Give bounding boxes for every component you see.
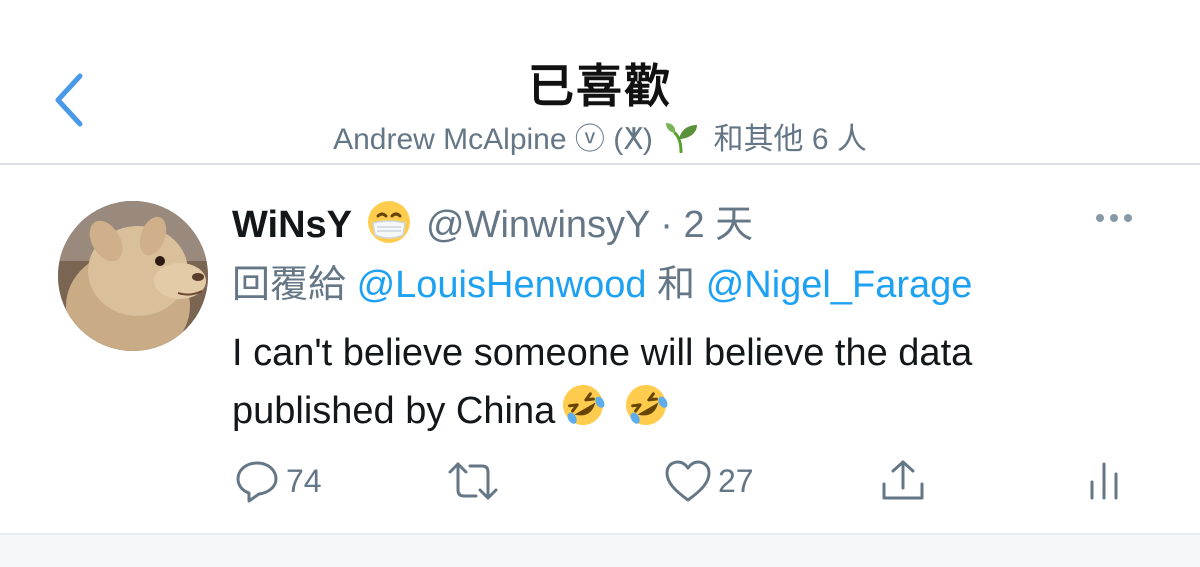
share-button[interactable]: [878, 458, 928, 504]
reply-joiner: 和: [657, 264, 696, 306]
analytics-button[interactable]: [1084, 458, 1124, 504]
tweet-text-line-2: published by China: [232, 381, 1152, 439]
mention-link-1[interactable]: @LouisHenwood: [357, 264, 647, 306]
mention-link-2[interactable]: @Nigel_Farage: [706, 264, 973, 306]
avatar[interactable]: [58, 201, 208, 351]
tweet[interactable]: WiNsY @WinwinsyY · 2 天 回覆給 @LouisHenwood…: [0, 165, 1200, 533]
share-icon: [882, 460, 924, 500]
retweet-icon: [448, 462, 498, 500]
footer-strip: [0, 533, 1200, 567]
like-button[interactable]: 27: [664, 458, 754, 504]
tweet-text-line-2-words: published by China: [232, 390, 556, 432]
liked-by-name: Andrew McAlpine ⓥ (ⵅ): [333, 123, 653, 156]
tweet-actions: 74 27: [0, 458, 1200, 508]
reply-count: 74: [286, 462, 322, 499]
reply-prefix: 回覆給: [232, 264, 347, 306]
tweet-time: · 2 天: [660, 204, 754, 246]
display-name[interactable]: WiNsY: [232, 204, 352, 246]
alpaca-avatar-image: [58, 201, 208, 351]
tweet-text: I can't believe someone will believe the…: [232, 325, 1152, 439]
more-icon: [1096, 209, 1138, 226]
more-button[interactable]: [1096, 209, 1144, 229]
rofl-emoji-icon: [625, 385, 668, 425]
header: 已喜歡 Andrew McAlpine ⓥ (ⵅ) 和其他 6 人: [0, 0, 1200, 163]
replying-to: 回覆給 @LouisHenwood 和 @Nigel_Farage: [232, 253, 972, 308]
like-count: 27: [718, 462, 754, 499]
sprout-emoji-icon: [666, 123, 698, 153]
analytics-icon: [1090, 462, 1118, 500]
retweet-button[interactable]: [446, 458, 500, 504]
liked-by-others: 和其他 6 人: [713, 123, 867, 156]
page-title: 已喜歡: [528, 60, 672, 112]
tweet-text-line-1: I can't believe someone will believe the…: [232, 332, 973, 374]
liked-by-summary[interactable]: Andrew McAlpine ⓥ (ⵅ) 和其他 6 人: [0, 114, 1200, 158]
reply-button[interactable]: 74: [234, 458, 322, 504]
tweet-header: WiNsY @WinwinsyY · 2 天: [232, 193, 754, 246]
reply-icon: [236, 461, 278, 503]
face-mask-emoji-icon: [368, 201, 411, 243]
rofl-emoji-icon: [563, 385, 605, 425]
user-handle[interactable]: @WinwinsyY: [426, 204, 650, 246]
like-icon: [665, 460, 711, 502]
